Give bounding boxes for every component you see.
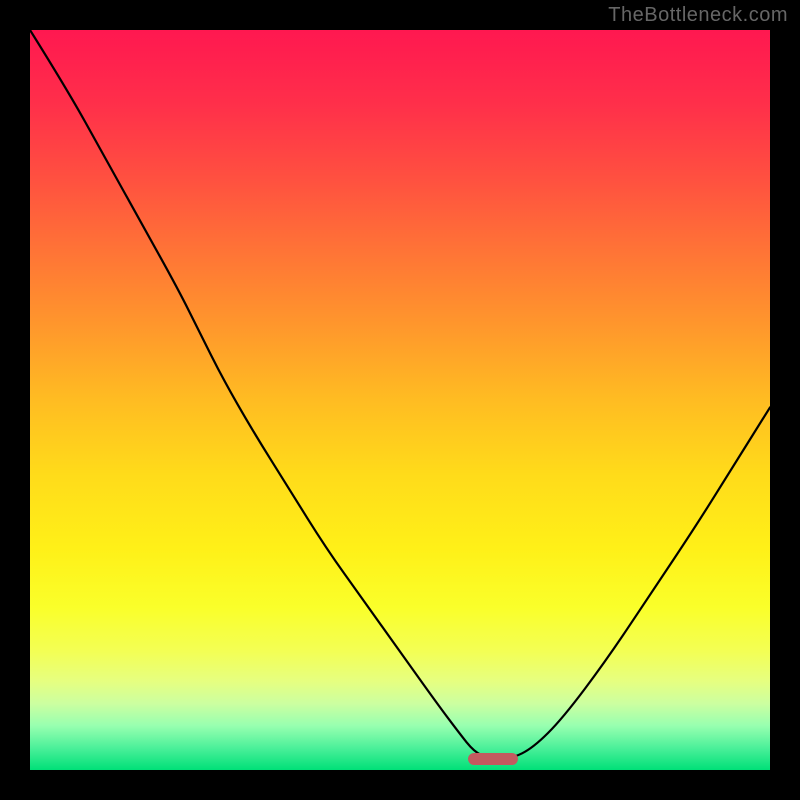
- plot-area: [30, 30, 770, 770]
- chart-frame: TheBottleneck.com: [0, 0, 800, 800]
- bottleneck-curve: [30, 30, 770, 770]
- watermark-text: TheBottleneck.com: [608, 4, 788, 27]
- optimal-marker: [468, 753, 518, 765]
